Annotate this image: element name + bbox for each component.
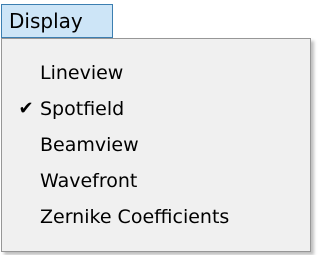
- menu-item-label: Wavefront: [40, 170, 138, 192]
- screen: Display Lineview ✔ Spotfield Beamview Wa…: [0, 0, 323, 255]
- menu-item-beamview[interactable]: Beamview: [2, 127, 310, 163]
- display-menu-button[interactable]: Display: [1, 4, 113, 38]
- menu-item-lineview[interactable]: Lineview: [2, 55, 310, 91]
- menu-item-spotfield[interactable]: ✔ Spotfield: [2, 91, 310, 127]
- menu-item-label: Zernike Coefficients: [40, 206, 230, 228]
- checkmark-icon: ✔: [18, 98, 34, 119]
- menu-item-label: Spotfield: [40, 98, 125, 120]
- menu-item-zernike-coefficients[interactable]: Zernike Coefficients: [2, 199, 310, 235]
- menu-item-label: Beamview: [40, 134, 139, 156]
- display-dropdown-menu: Lineview ✔ Spotfield Beamview Wavefront …: [1, 38, 311, 252]
- menu-item-label: Lineview: [40, 62, 124, 84]
- menu-item-wavefront[interactable]: Wavefront: [2, 163, 310, 199]
